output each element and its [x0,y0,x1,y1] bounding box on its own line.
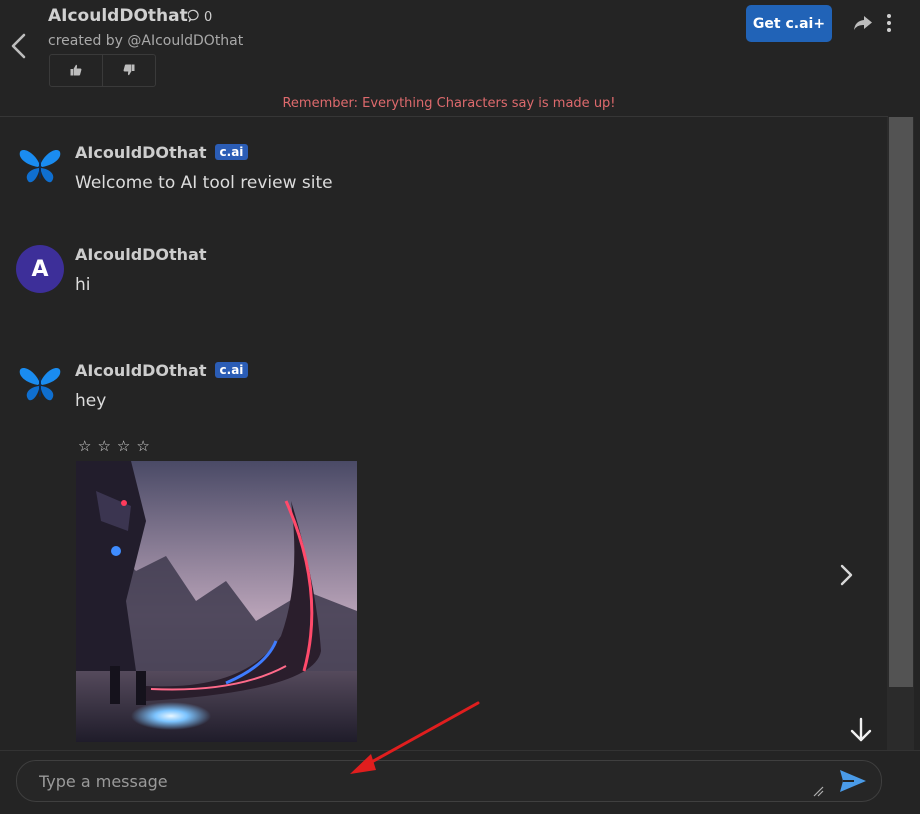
message-author: AIcouldDOthat c.ai [75,361,249,380]
message-item: AIcouldDOthat c.ai Welcome to AI tool rev… [16,143,836,203]
butterfly-icon[interactable] [16,361,64,409]
cai-badge: c.ai [214,144,249,160]
butterfly-icon[interactable] [16,143,64,191]
generated-image[interactable] [76,461,357,742]
chat-bubble-icon [187,9,201,26]
chat-count-value: 0 [204,10,213,25]
author-name: AIcouldDOthat [75,361,207,380]
scrollbar-thumb[interactable] [889,117,913,687]
resize-handle-icon[interactable] [812,782,824,797]
more-options-icon[interactable] [882,12,896,34]
thumbs-up-icon [70,61,82,80]
message-item: A AIcouldDOthat hi [16,245,836,305]
scroll-down-arrow-icon[interactable] [848,716,874,744]
thumbs-down-button[interactable] [102,55,155,86]
back-icon[interactable] [8,30,30,62]
avatar[interactable]: A [16,245,64,293]
header-divider [0,116,888,117]
chat-count: 0 [187,9,213,26]
message-author: AIcouldDOthat c.ai [75,143,249,162]
disclaimer-text: Remember: Everything Characters say is m… [282,96,616,111]
rating-stars[interactable]: ☆☆☆☆ [78,437,156,455]
thumbs-up-button[interactable] [50,55,102,86]
send-icon[interactable] [838,768,868,794]
author-name: AIcouldDOthat [75,245,207,264]
thumbs-down-icon [123,61,135,80]
message-text: hey [75,391,107,411]
chat-header: AIcouldDOthat 0 created by @AIcouldDOtha… [0,0,920,88]
message-author: AIcouldDOthat [75,245,207,264]
vote-buttons [49,54,156,87]
get-cai-plus-button[interactable]: Get c.ai+ [746,5,832,42]
message-item: AIcouldDOthat c.ai hey ☆☆☆☆ [16,361,836,751]
cai-badge: c.ai [214,362,249,378]
share-icon[interactable] [852,12,874,34]
next-response-chevron-icon[interactable] [834,562,858,588]
creator-link[interactable]: created by @AIcouldDOthat [48,33,243,49]
message-text: hi [75,275,91,295]
annotation-arrow [345,700,485,780]
character-name[interactable]: AIcouldDOthat [48,6,188,26]
author-name: AIcouldDOthat [75,143,207,162]
message-text: Welcome to AI tool review site [75,173,333,193]
